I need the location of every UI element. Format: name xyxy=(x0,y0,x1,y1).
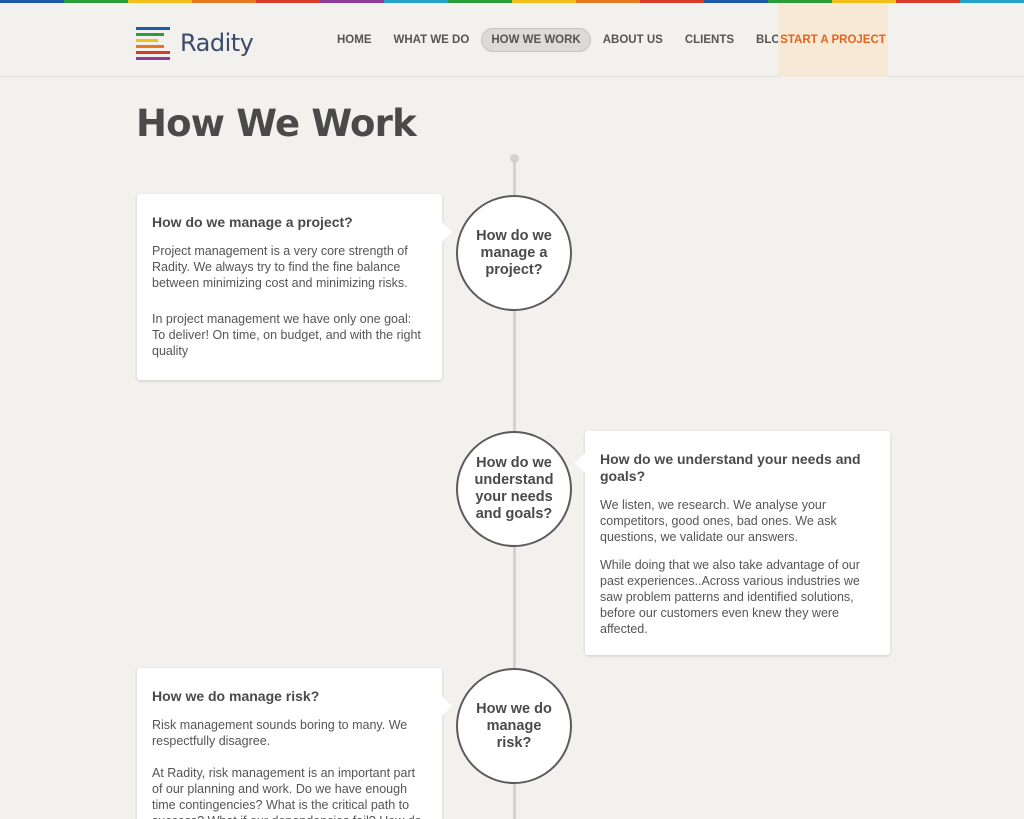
card-paragraph: We listen, we research. We analyse your … xyxy=(600,498,837,544)
logo-link[interactable]: Radity xyxy=(136,23,266,63)
logo-icon xyxy=(136,25,172,61)
nav-how-we-work[interactable]: HOW WE WORK xyxy=(481,28,591,52)
card-paragraph: In project management we have only one g… xyxy=(152,312,421,358)
logo-text: Radity xyxy=(180,29,254,57)
card-heading: How do we understand your needs and goal… xyxy=(600,451,861,484)
card-manage-risk: How we do manage risk? Risk management s… xyxy=(137,668,452,819)
nav-about-us[interactable]: ABOUT US xyxy=(593,28,673,52)
timeline-circle-needs-goals: How do we understand your needs and goal… xyxy=(456,431,572,547)
main-nav: HOME WHAT WE DO HOW WE WORK ABOUT US CLI… xyxy=(326,3,800,77)
card-heading: How we do manage risk? xyxy=(152,688,320,704)
nav-home[interactable]: HOME xyxy=(327,28,382,52)
page-title: How We Work xyxy=(136,102,417,145)
timeline-circle-manage-project: How do we manage a project? xyxy=(456,195,572,311)
timeline-circle-manage-risk: How we do manage risk? xyxy=(456,668,572,784)
nav-clients[interactable]: CLIENTS xyxy=(675,28,744,52)
card-paragraph: Project management is a very core streng… xyxy=(152,244,408,290)
card-heading: How do we manage a project? xyxy=(152,214,353,230)
nav-what-we-do[interactable]: WHAT WE DO xyxy=(384,28,480,52)
card-paragraph: While doing that we also take advantage … xyxy=(600,558,860,636)
start-project-button[interactable]: START A PROJECT xyxy=(778,3,888,77)
card-needs-goals: How do we understand your needs and goal… xyxy=(575,431,890,655)
card-paragraph: Risk management sounds boring to many. W… xyxy=(152,718,408,748)
timeline-start-dot xyxy=(510,154,519,163)
card-paragraph: At Radity, risk management is an importa… xyxy=(152,766,422,819)
card-manage-project: How do we manage a project? Project mana… xyxy=(137,194,452,380)
site-header: Radity HOME WHAT WE DO HOW WE WORK ABOUT… xyxy=(0,3,1024,77)
